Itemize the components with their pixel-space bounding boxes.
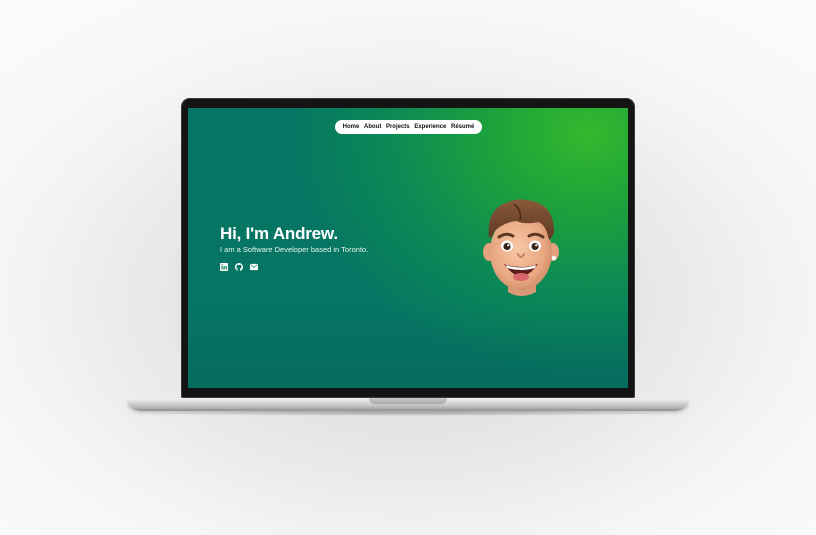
hero-title: Hi, I'm Andrew.: [220, 224, 338, 243]
social-links: [220, 263, 258, 271]
hero-subtitle: I am a Software Developer based in Toron…: [220, 245, 369, 254]
top-navbar: Home About Projects Experience Résumé: [335, 120, 482, 134]
nav-projects-link[interactable]: Projects: [386, 124, 410, 130]
nav-about-link[interactable]: About: [364, 124, 381, 130]
linkedin-icon[interactable]: [220, 263, 228, 271]
memoji-avatar: [483, 199, 559, 296]
laptop-hinge-notch: [369, 398, 447, 404]
nav-resume-link[interactable]: Résumé: [451, 124, 474, 130]
nav-experience-link[interactable]: Experience: [414, 124, 446, 130]
laptop-screen: Home About Projects Experience Résumé Hi…: [188, 108, 628, 388]
laptop-base: [128, 398, 688, 411]
github-icon[interactable]: [235, 263, 243, 271]
nav-home-link[interactable]: Home: [343, 124, 360, 130]
mail-icon[interactable]: [250, 263, 258, 271]
